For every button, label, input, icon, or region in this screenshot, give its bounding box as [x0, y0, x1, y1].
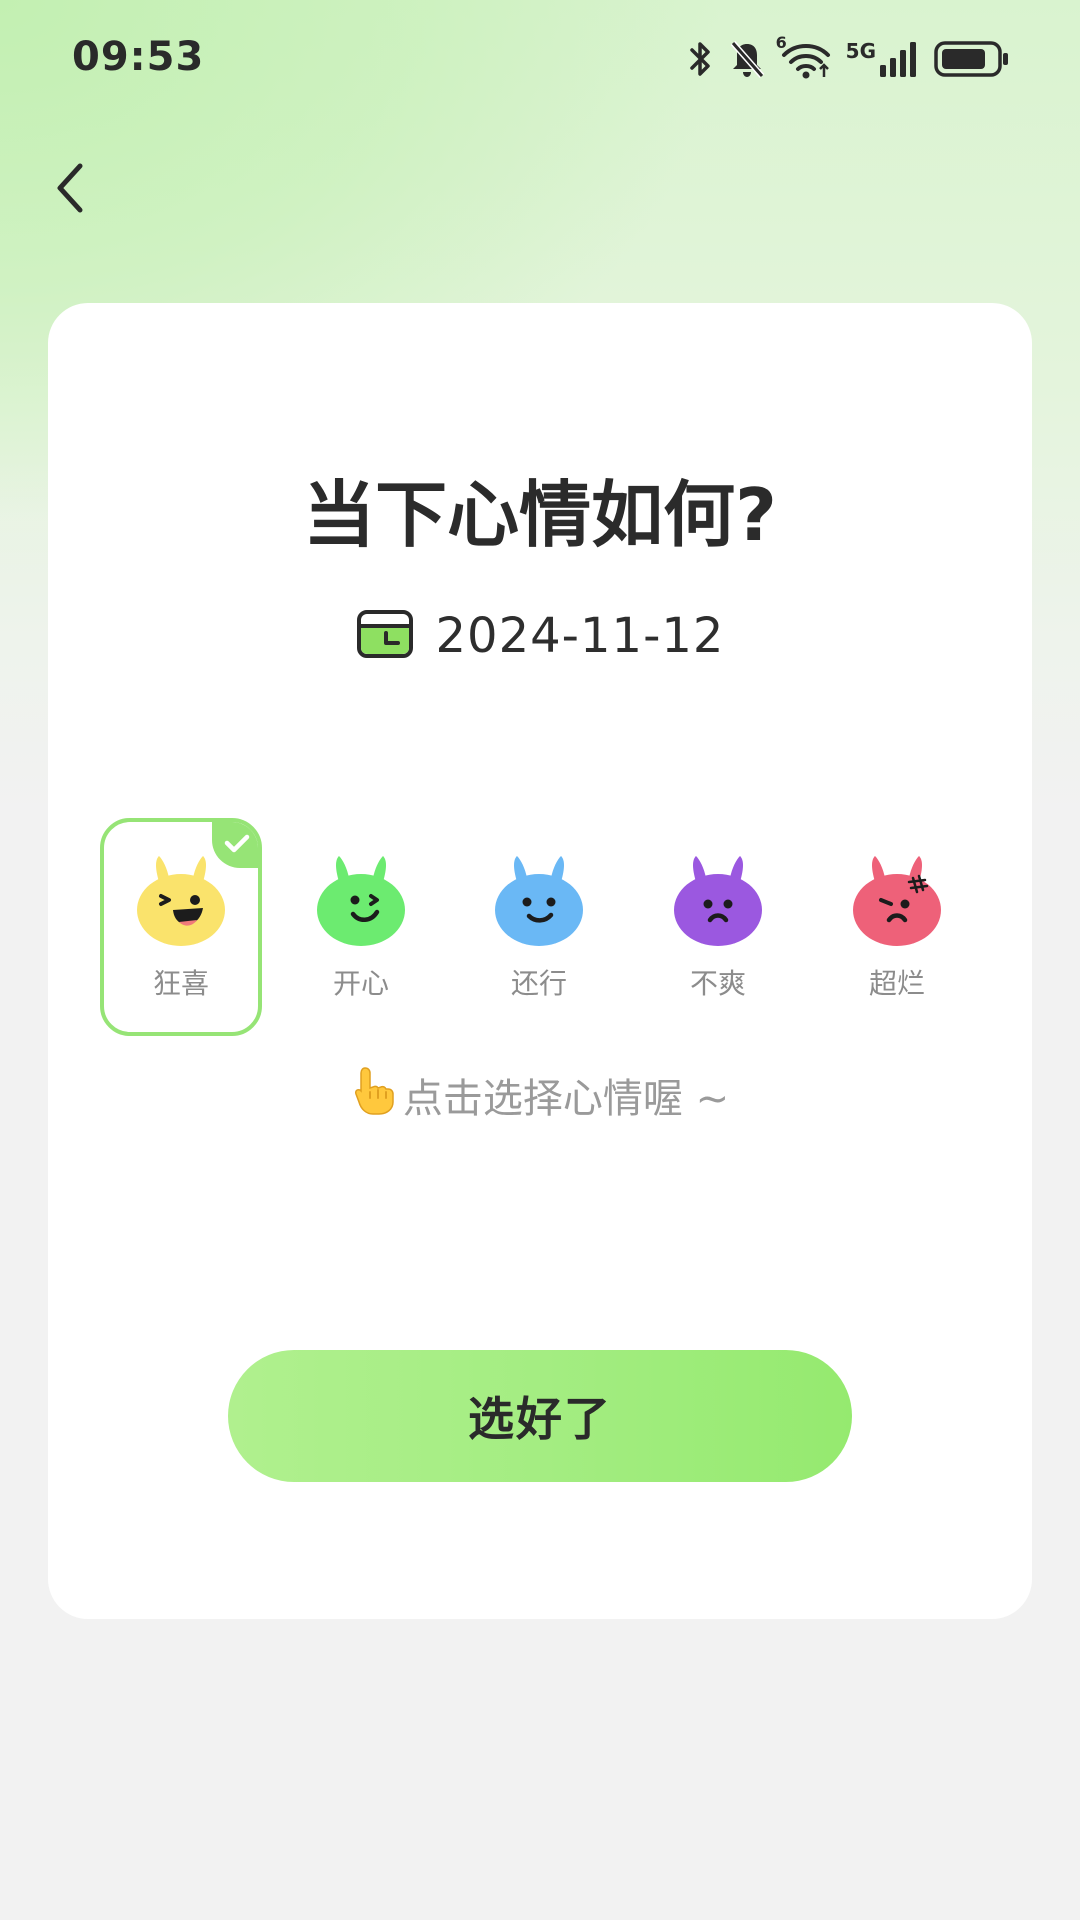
hint-row: 点击选择心情喔 ~ [0, 1064, 1080, 1126]
hint-text: 点击选择心情喔 ~ [402, 1076, 730, 1122]
status-icons: 6 5G [688, 33, 1010, 82]
page-title: 当下心情如何? [303, 473, 777, 557]
wifi-badge: 6 [775, 33, 787, 52]
confirm-button[interactable]: 选好了 [228, 1350, 852, 1482]
wifi-icon: 6 [776, 33, 832, 79]
mood-label: 狂喜 [152, 967, 209, 1000]
mood-list: 狂喜 开心 还行 不爽 超烂 [100, 818, 980, 1036]
signal-icon: 5G [846, 39, 920, 79]
status-time: 09:53 [72, 34, 205, 80]
status-bar: 09:53 6 5G [0, 0, 1080, 120]
okay-face-icon [491, 852, 587, 948]
pointing-hand-icon [351, 1064, 399, 1126]
network-label: 5G [845, 39, 876, 63]
mood-label: 还行 [510, 967, 567, 1000]
mood-label: 开心 [332, 967, 389, 1000]
mood-option-annoyed[interactable]: 不爽 [637, 818, 799, 1036]
mood-option-okay[interactable]: 还行 [458, 818, 620, 1036]
mood-option-ecstatic[interactable]: 狂喜 [100, 818, 262, 1036]
mood-label: 不爽 [689, 967, 746, 1000]
bluetooth-icon [688, 39, 714, 79]
happy-face-icon [313, 852, 409, 948]
calendar-icon [356, 609, 414, 663]
chevron-left-icon [50, 160, 90, 220]
back-button[interactable] [40, 160, 100, 220]
mood-option-happy[interactable]: 开心 [280, 818, 442, 1036]
mood-option-terrible[interactable]: 超烂 [816, 818, 978, 1036]
bell-muted-icon [728, 39, 766, 79]
battery-icon [934, 39, 1010, 79]
terrible-face-icon [849, 852, 945, 948]
ecstatic-face-icon [133, 852, 229, 948]
date-row: 2024-11-12 [0, 604, 1080, 668]
mood-label: 超烂 [868, 967, 925, 1000]
annoyed-face-icon [670, 852, 766, 948]
date-text: 2024-11-12 [435, 608, 725, 664]
